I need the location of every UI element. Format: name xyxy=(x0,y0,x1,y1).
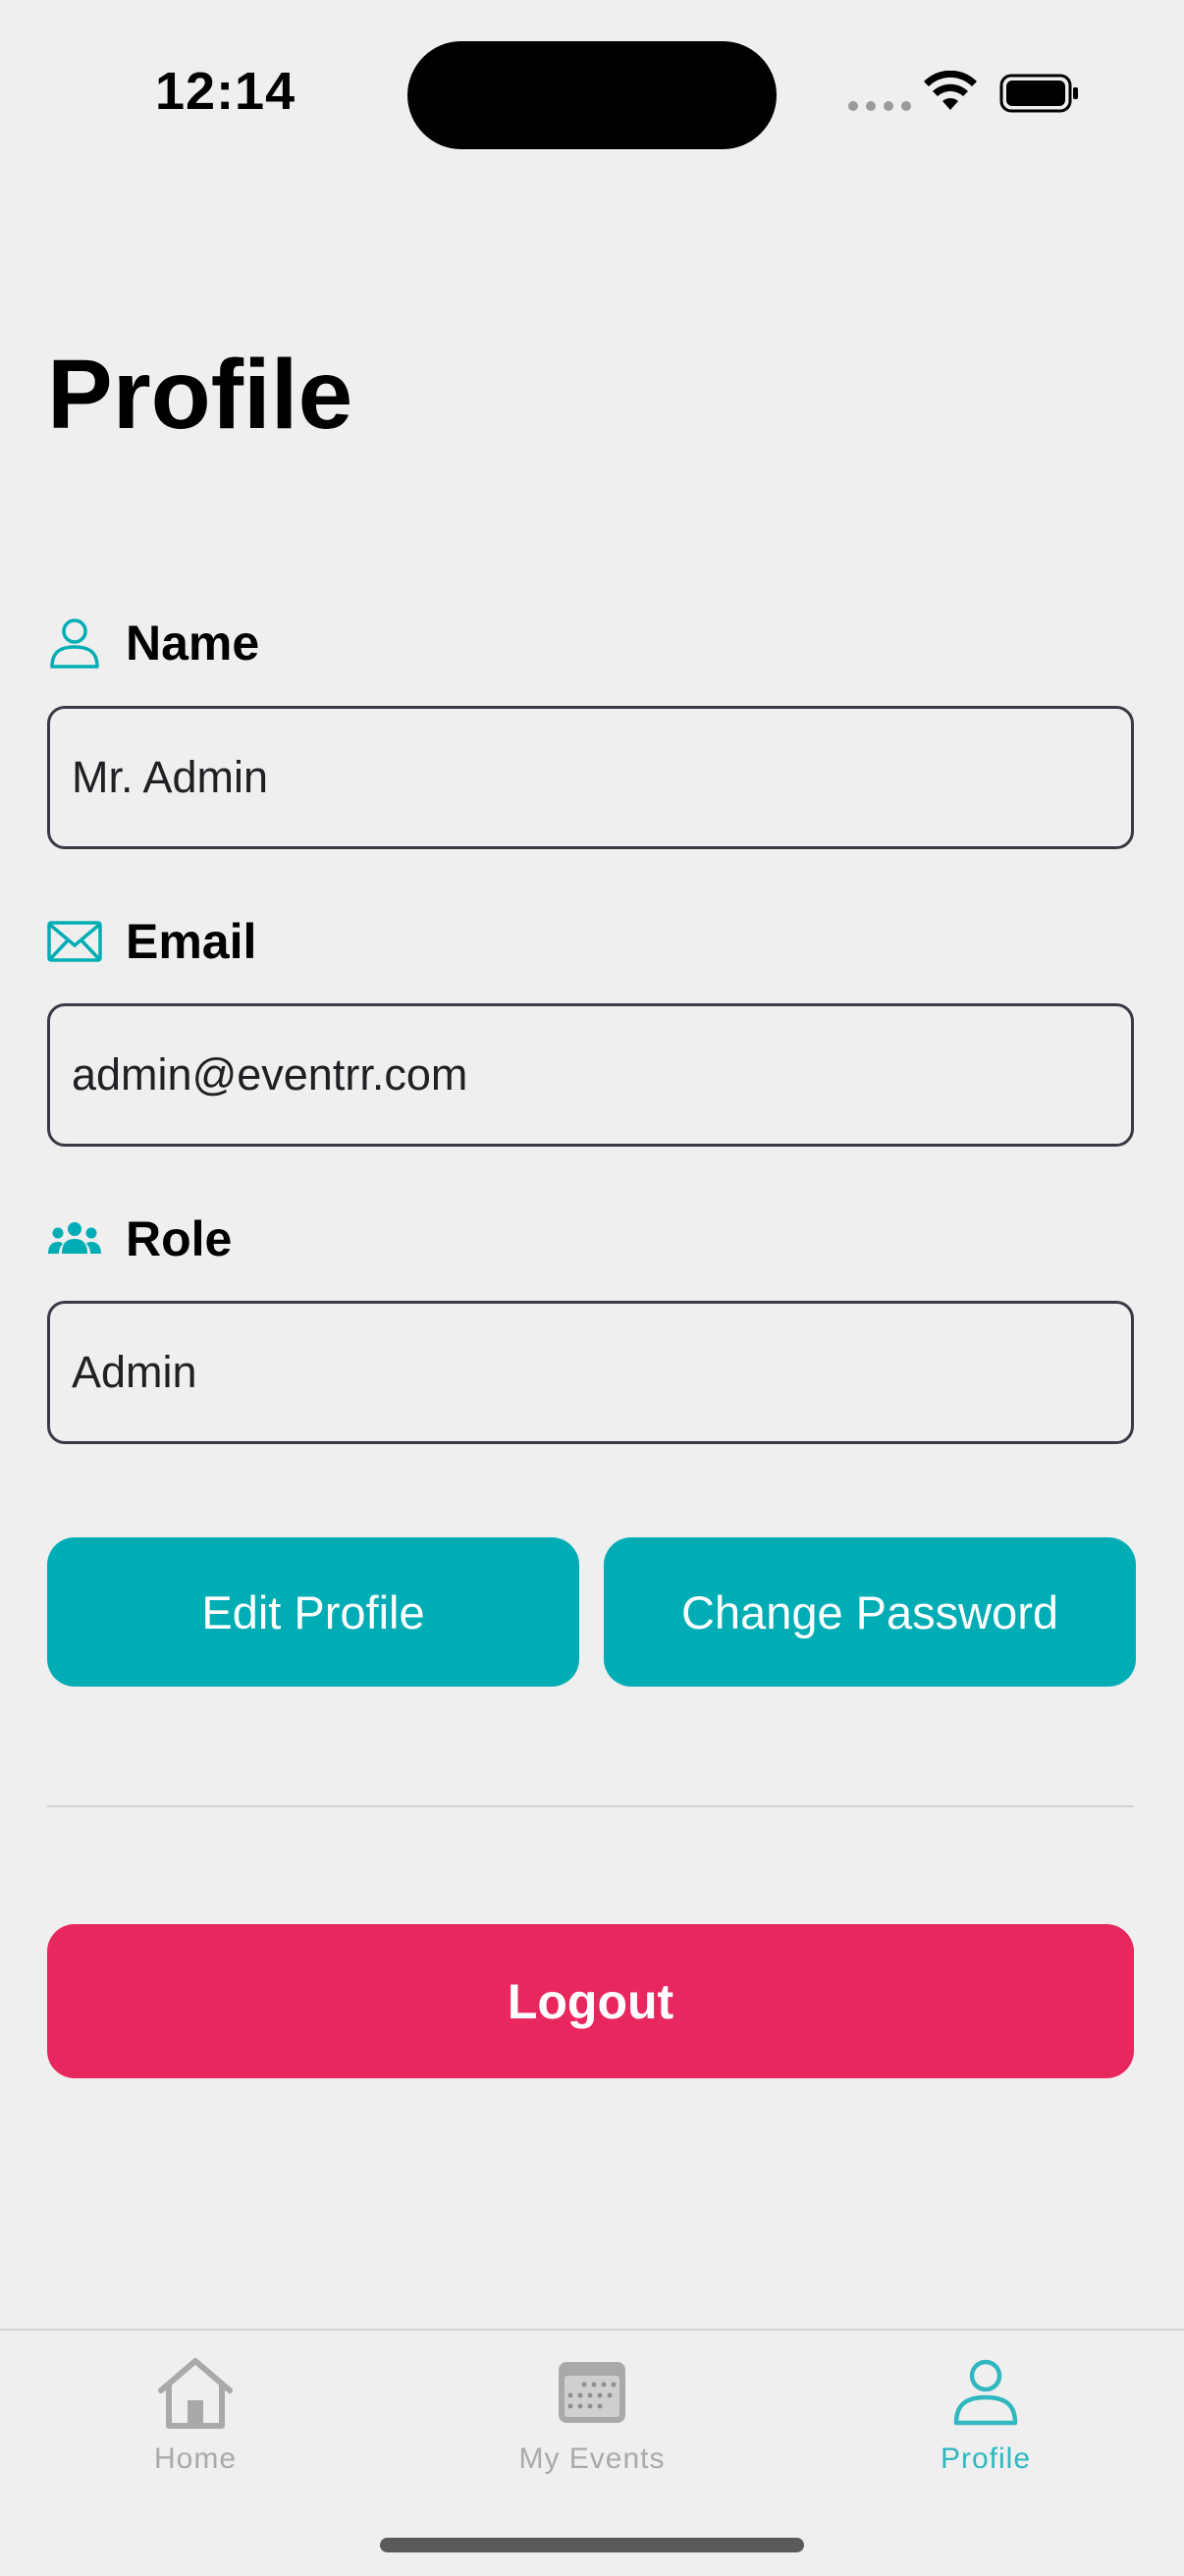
home-indicator[interactable] xyxy=(380,2538,804,2552)
role-field[interactable]: Admin xyxy=(47,1301,1134,1444)
battery-icon xyxy=(999,74,1078,113)
tab-profile-label: Profile xyxy=(940,2442,1032,2475)
tab-profile[interactable]: Profile xyxy=(838,2348,1133,2476)
house-icon xyxy=(151,2348,240,2437)
wifi-icon xyxy=(924,71,977,110)
tab-my-events[interactable]: My Events xyxy=(445,2348,739,2476)
cellular-signal-icon xyxy=(848,101,911,111)
tab-home[interactable]: Home xyxy=(48,2348,343,2476)
email-field[interactable]: admin@eventrr.com xyxy=(47,1003,1134,1147)
status-time: 12:14 xyxy=(155,62,296,121)
person-icon xyxy=(47,616,102,671)
name-label: Name xyxy=(126,616,260,671)
calendar-icon xyxy=(548,2348,636,2437)
role-label: Role xyxy=(126,1211,233,1266)
divider xyxy=(47,1805,1134,1807)
role-label-row: Role xyxy=(47,1210,232,1267)
email-label-row: Email xyxy=(47,913,256,970)
edit-profile-button[interactable]: Edit Profile xyxy=(47,1537,579,1687)
dynamic-island xyxy=(407,41,777,149)
name-field[interactable]: Mr. Admin xyxy=(47,706,1134,849)
change-password-button[interactable]: Change Password xyxy=(604,1537,1136,1687)
page-title: Profile xyxy=(47,340,353,450)
person-icon xyxy=(942,2348,1030,2437)
email-label: Email xyxy=(126,914,257,969)
name-label-row: Name xyxy=(47,615,259,671)
people-icon xyxy=(47,1211,102,1266)
tab-home-label: Home xyxy=(153,2442,238,2475)
tab-my-events-label: My Events xyxy=(518,2442,666,2475)
logout-button[interactable]: Logout xyxy=(47,1924,1134,2078)
mail-icon xyxy=(47,914,102,969)
